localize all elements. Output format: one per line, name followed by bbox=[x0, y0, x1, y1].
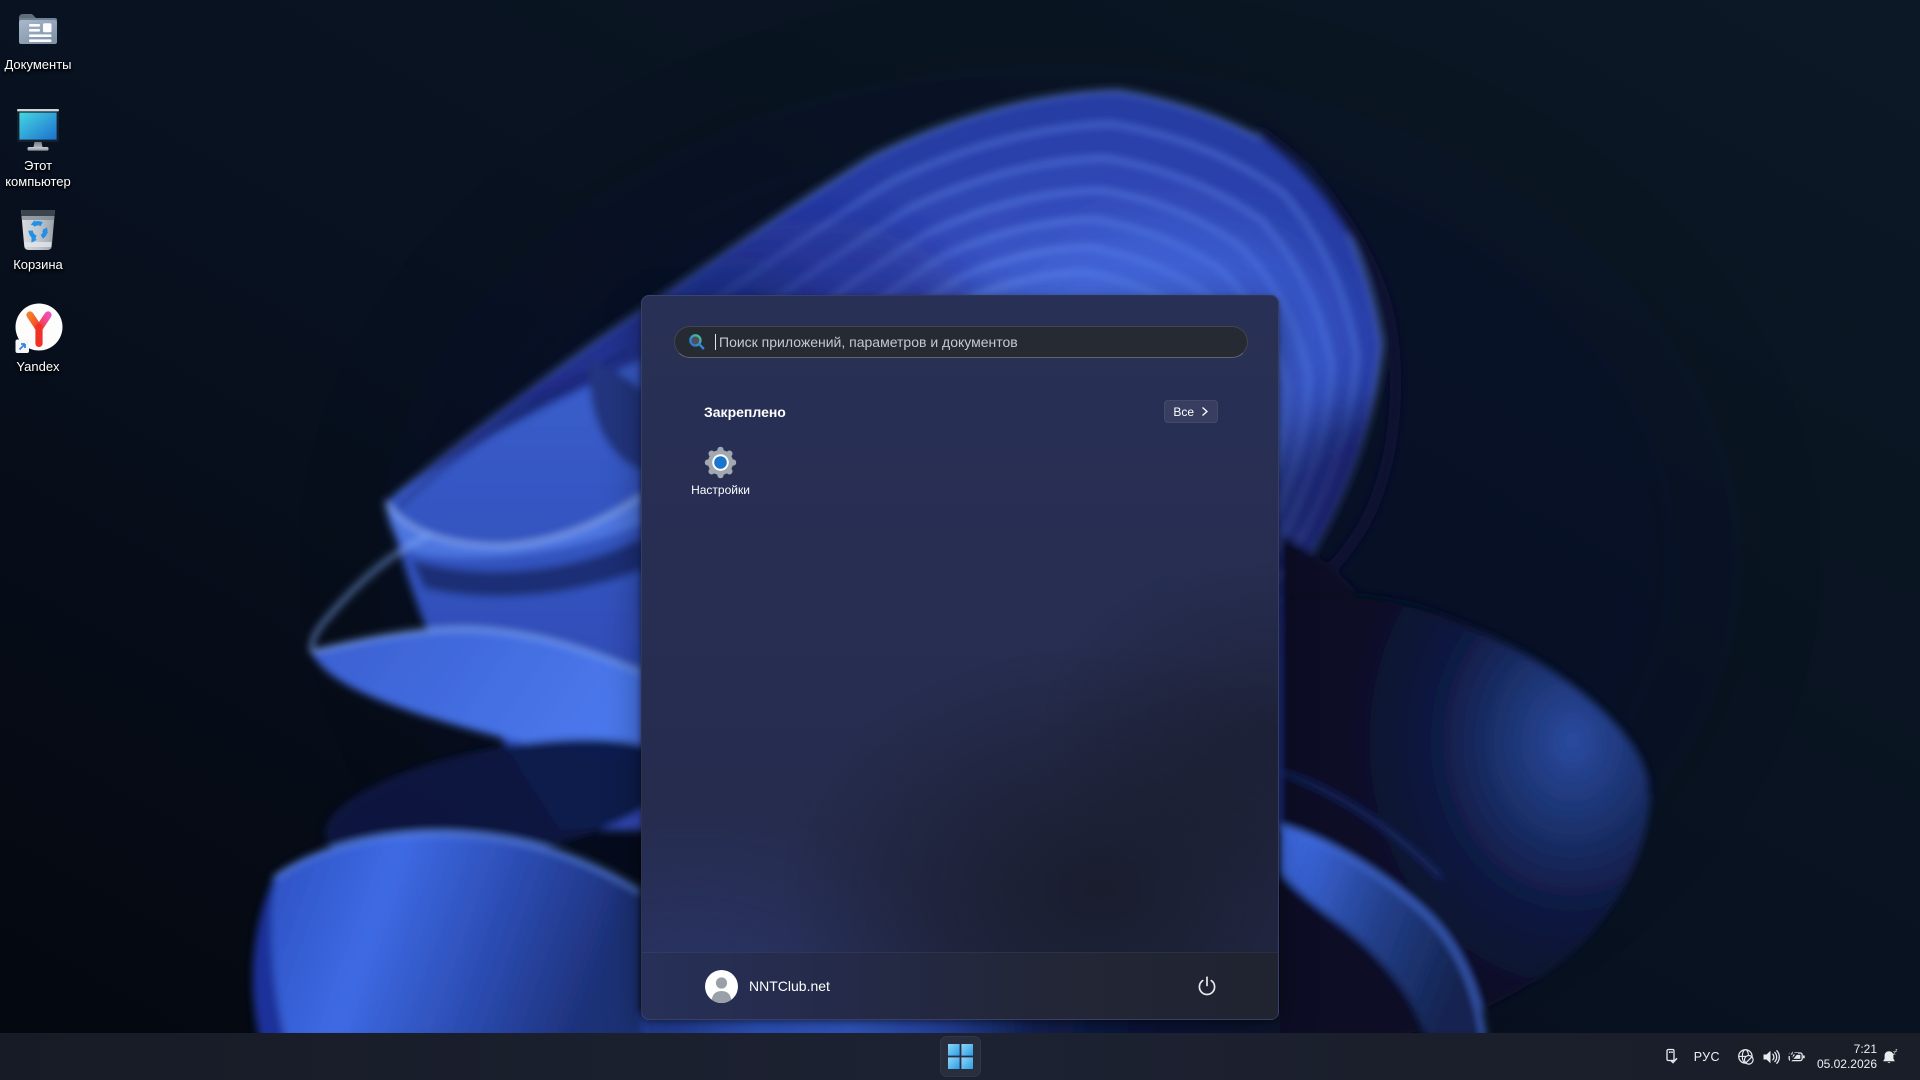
svg-text:z: z bbox=[1895, 1048, 1898, 1054]
